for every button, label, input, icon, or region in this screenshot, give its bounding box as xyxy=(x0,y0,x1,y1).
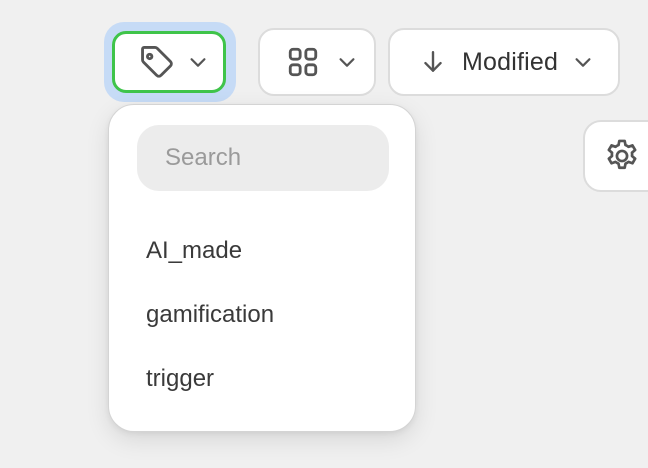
tag-option-label: AI_made xyxy=(146,237,243,264)
chevron-down-icon xyxy=(336,51,358,73)
tag-option-trigger[interactable]: trigger xyxy=(109,351,415,407)
tag-icon xyxy=(137,43,175,81)
arrow-down-icon xyxy=(420,49,446,75)
sort-label: Modified xyxy=(462,47,559,76)
sort-button[interactable]: Modified xyxy=(388,28,620,96)
tag-search-input[interactable] xyxy=(137,125,389,191)
tag-option-ai-made[interactable]: AI_made xyxy=(109,223,415,279)
tag-option-gamification[interactable]: gamification xyxy=(109,287,415,343)
tag-option-label: trigger xyxy=(146,365,215,392)
grid-icon xyxy=(286,45,320,79)
chevron-down-icon xyxy=(187,51,209,73)
tag-dropdown: AI_made gamification trigger xyxy=(108,104,416,432)
gear-icon xyxy=(603,137,641,175)
tag-option-label: gamification xyxy=(146,301,275,328)
chevron-down-icon xyxy=(572,51,594,73)
settings-button[interactable] xyxy=(583,120,648,192)
view-mode-button[interactable] xyxy=(258,28,376,96)
tag-filter-button[interactable] xyxy=(112,31,226,93)
